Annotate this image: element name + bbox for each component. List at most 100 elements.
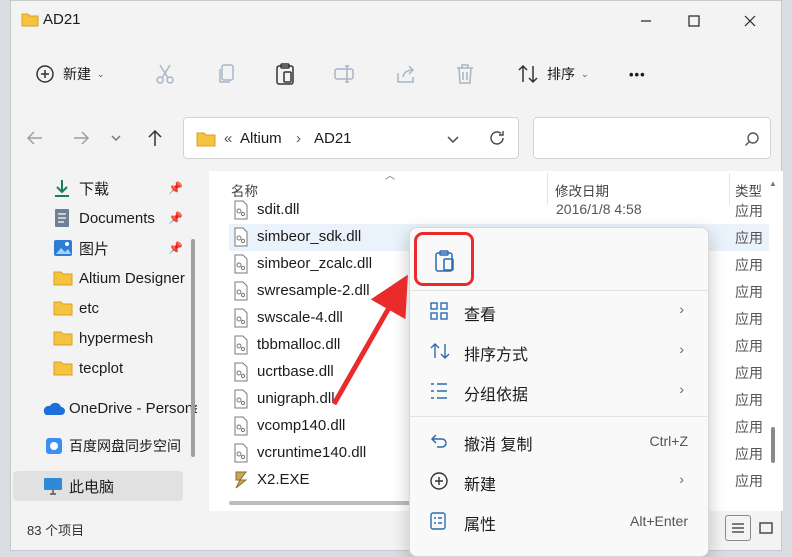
cut-button[interactable] <box>155 45 175 103</box>
breadcrumb-overflow[interactable]: « <box>224 130 232 147</box>
menu-item-label: 分组依据 <box>464 387 529 404</box>
sidebar-item-this-pc[interactable]: 此电脑 <box>13 471 183 501</box>
arrow-up-icon <box>148 129 162 146</box>
copy-icon <box>219 64 234 83</box>
breadcrumb-separator: › <box>296 130 301 147</box>
menu-item-properties[interactable]: 属性 Alt+Enter <box>414 502 706 540</box>
file-name: simbeor_sdk.dll <box>257 228 362 245</box>
menu-item-view[interactable]: 查看 › <box>414 292 706 330</box>
up-button[interactable] <box>141 121 169 155</box>
sidebar-item-label: OneDrive - Personal <box>69 399 197 417</box>
refresh-icon <box>490 131 504 145</box>
sidebar-item-documents[interactable]: Documents 📌 <box>11 203 197 233</box>
menu-item-sort-by[interactable]: 排序方式 › <box>414 332 706 370</box>
file-name: swscale-4.dll <box>257 309 343 326</box>
sidebar-item-altium-designer[interactable]: Altium Designer <box>11 263 197 293</box>
minimize-button[interactable] <box>623 1 669 41</box>
cut-icon <box>156 64 174 84</box>
new-button[interactable]: 新建 ⌄ <box>35 45 105 103</box>
add-circle-icon <box>36 65 54 83</box>
search-box[interactable] <box>533 117 771 159</box>
chevron-down-icon: ⌄ <box>581 68 589 79</box>
sidebar-item-baidu-netdisk[interactable]: 百度网盘同步空间 <box>11 431 197 461</box>
file-name: ucrtbase.dll <box>257 363 334 380</box>
breadcrumb-ad21[interactable]: AD21 <box>314 130 352 147</box>
sidebar-item-hypermesh[interactable]: hypermesh <box>11 323 197 353</box>
file-type: 应用 <box>735 365 763 381</box>
file-type: 应用 <box>735 473 763 489</box>
executable-icon <box>233 470 249 493</box>
file-name: X2.EXE <box>257 471 310 488</box>
menu-item-undo-copy[interactable]: 撤消 复制 Ctrl+Z <box>414 422 706 460</box>
sidebar-item-label: Documents <box>79 209 155 227</box>
folder-icon <box>53 360 73 376</box>
sidebar-item-label: 下载 <box>79 180 110 198</box>
file-type: 应用 <box>735 311 763 327</box>
file-name: sdit.dll <box>257 201 300 218</box>
item-count: 83 个项目 <box>27 523 85 538</box>
close-button[interactable] <box>727 1 773 41</box>
details-view-button[interactable] <box>725 515 751 541</box>
tiles-view-icon <box>759 522 773 534</box>
folder-icon <box>53 330 73 346</box>
title-bar: AD21 <box>11 1 781 41</box>
sidebar-item-label: 百度网盘同步空间 <box>69 438 181 454</box>
chevron-right-icon: › <box>679 341 684 357</box>
sidebar-item-onedrive[interactable]: OneDrive - Personal <box>11 393 197 423</box>
share-button[interactable] <box>395 45 417 103</box>
dll-file-icon <box>233 389 249 412</box>
file-type: 应用 <box>735 284 763 300</box>
sort-button[interactable]: 排序 ⌄ <box>517 45 589 103</box>
sidebar-item-tecplot[interactable]: tecplot <box>11 353 197 383</box>
horizontal-scrollbar[interactable] <box>229 501 429 505</box>
table-row[interactable]: sdit.dll 2016/1/8 4:58 应用 <box>229 197 769 224</box>
menu-item-group-by[interactable]: 分组依据 › <box>414 372 706 410</box>
menu-item-new[interactable]: 新建 › <box>414 462 706 500</box>
delete-icon <box>457 64 473 84</box>
minimize-icon <box>641 20 651 22</box>
sidebar-scrollbar[interactable] <box>191 239 195 457</box>
sidebar-item-label: 图片 <box>79 240 110 258</box>
forward-button[interactable] <box>67 121 95 155</box>
menu-item-label: 属性 <box>464 517 497 534</box>
pin-icon: 📌 <box>168 241 183 255</box>
details-view-icon <box>732 523 744 533</box>
dll-file-icon <box>233 200 249 223</box>
menu-item-label: 新建 <box>464 477 497 494</box>
properties-icon <box>430 512 446 533</box>
vertical-scrollbar[interactable] <box>771 427 775 463</box>
address-bar[interactable]: « Altium › AD21 <box>183 117 519 159</box>
breadcrumb-altium[interactable]: Altium <box>240 130 282 147</box>
sidebar-item-label: 此电脑 <box>69 478 115 496</box>
sidebar-item-etc[interactable]: etc <box>11 293 197 323</box>
address-dropdown-button[interactable] <box>446 132 460 148</box>
sidebar-item-pictures[interactable]: 图片 📌 <box>11 233 197 263</box>
sort-ascending-icon: ︿ <box>385 171 395 182</box>
scroll-up-icon[interactable]: ▲ <box>769 179 777 188</box>
share-icon <box>397 65 415 83</box>
sort-button-label: 排序 <box>547 66 575 82</box>
large-icons-view-button[interactable] <box>753 515 779 541</box>
file-name: tbbmalloc.dll <box>257 336 341 353</box>
more-button[interactable]: ••• <box>629 45 646 103</box>
group-icon <box>430 382 448 403</box>
maximize-icon <box>688 15 700 27</box>
sidebar-item-label: hypermesh <box>79 329 154 347</box>
view-icon <box>430 302 448 323</box>
back-button[interactable] <box>21 121 49 155</box>
dll-file-icon <box>233 416 249 439</box>
delete-button[interactable] <box>455 45 475 103</box>
sidebar-item-downloads[interactable]: 下载 📌 <box>11 173 197 203</box>
refresh-button[interactable] <box>488 129 506 150</box>
documents-icon <box>53 208 71 228</box>
recent-locations-button[interactable] <box>107 121 125 155</box>
copy-button[interactable] <box>217 45 237 103</box>
file-modified: 2016/1/8 4:58 <box>556 201 642 217</box>
menu-separator <box>410 290 710 291</box>
highlight-box <box>414 232 474 286</box>
chevron-down-icon <box>111 135 121 142</box>
maximize-button[interactable] <box>671 1 717 41</box>
paste-button[interactable] <box>275 45 295 103</box>
search-icon <box>745 132 759 146</box>
rename-button[interactable] <box>333 45 355 103</box>
